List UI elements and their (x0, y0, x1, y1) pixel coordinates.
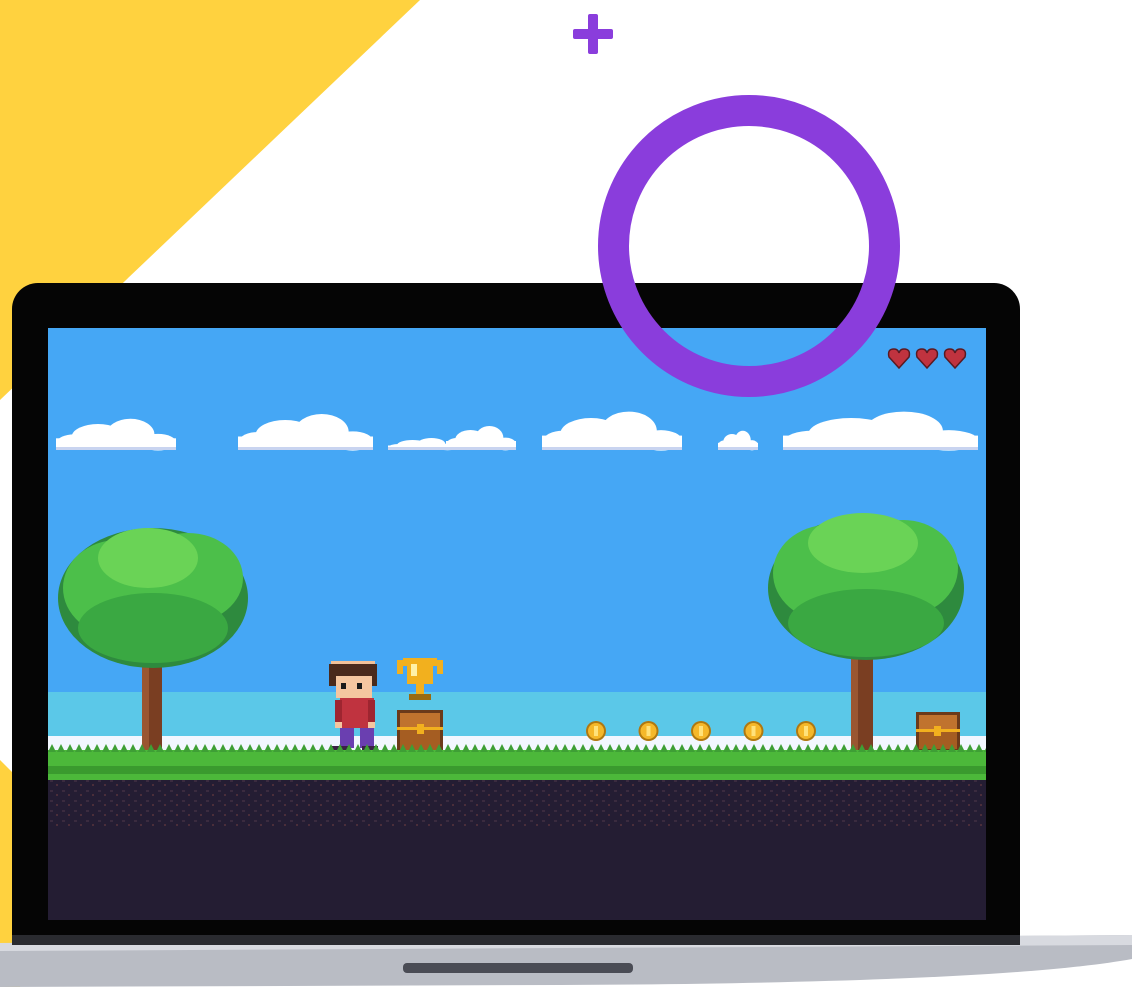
scene (0, 0, 1132, 987)
coin-icon[interactable] (691, 721, 711, 741)
grass (48, 750, 986, 780)
laptop-notch (403, 963, 633, 973)
lives-hud (887, 348, 967, 370)
ring-decoration (598, 95, 900, 397)
game-screen[interactable] (48, 328, 986, 920)
coin-icon[interactable] (638, 721, 659, 741)
game-canvas[interactable] (48, 328, 986, 920)
dirt-deep (48, 828, 986, 920)
grass-shade (48, 766, 986, 774)
plus-icon (573, 14, 613, 54)
coin-icon[interactable] (743, 721, 764, 741)
treasure-chest-icon[interactable] (916, 712, 960, 752)
coin-icon[interactable] (796, 721, 816, 741)
coin-icon[interactable] (586, 721, 606, 741)
laptop-base (0, 935, 1132, 987)
horizon-band (48, 692, 986, 742)
